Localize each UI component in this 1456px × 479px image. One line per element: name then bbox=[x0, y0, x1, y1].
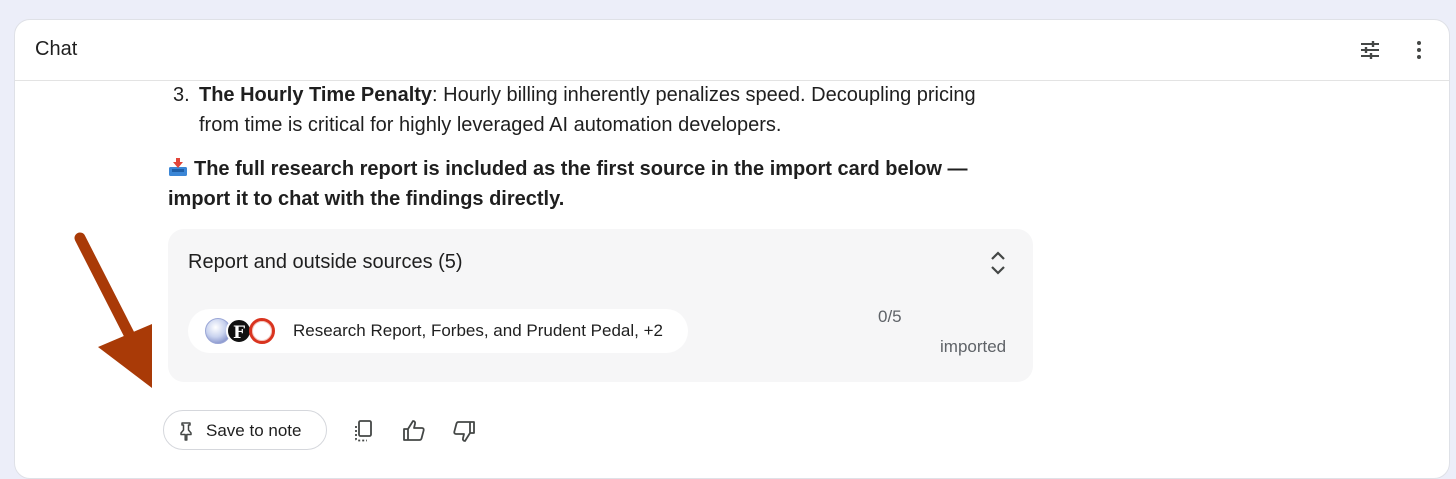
imported-count: 0/5 bbox=[878, 307, 902, 326]
save-to-note-button[interactable]: Save to note bbox=[163, 410, 327, 450]
imported-label: imported bbox=[940, 337, 1007, 356]
list-number: 3. bbox=[173, 84, 190, 106]
list-item-line2: from time is critical for highly leverag… bbox=[199, 114, 782, 136]
sources-chip-label: Research Report, Forbes, and Prudent Ped… bbox=[293, 321, 663, 340]
unfold-more-icon[interactable] bbox=[984, 247, 1012, 279]
tune-icon[interactable] bbox=[1358, 38, 1382, 62]
annotation-arrow-icon bbox=[74, 232, 152, 388]
import-note-text-1: The full research report is included as … bbox=[194, 158, 968, 180]
chat-panel: Chat 3. The Hourly Time Penalty: Hourly … bbox=[14, 19, 1450, 479]
sources-chip[interactable]: F Research Report, Forbes, and Prudent P… bbox=[188, 309, 688, 353]
import-note-line2: import it to chat with the findings dire… bbox=[168, 188, 565, 210]
save-to-note-label: Save to note bbox=[206, 421, 302, 440]
list-item-line1: The Hourly Time Penalty: Hourly billing … bbox=[199, 80, 976, 110]
list-item-text: : Hourly billing inherently penalizes sp… bbox=[432, 84, 976, 106]
thumb-down-icon[interactable] bbox=[451, 418, 477, 444]
pin-icon bbox=[176, 421, 196, 441]
copy-icon[interactable] bbox=[351, 418, 377, 444]
import-note-line1: The full research report is included as … bbox=[168, 154, 968, 184]
sources-card: Report and outside sources (5) F Researc… bbox=[168, 229, 1033, 382]
chat-title: Chat bbox=[35, 38, 78, 60]
thumb-up-icon[interactable] bbox=[401, 418, 427, 444]
more-vert-icon[interactable] bbox=[1407, 38, 1431, 62]
sources-card-title: Report and outside sources (5) bbox=[188, 251, 463, 273]
chat-header: Chat bbox=[15, 20, 1449, 81]
ring-favicon-icon bbox=[249, 318, 275, 344]
inbox-tray-icon bbox=[168, 156, 188, 176]
list-item-bold: The Hourly Time Penalty bbox=[199, 84, 433, 106]
